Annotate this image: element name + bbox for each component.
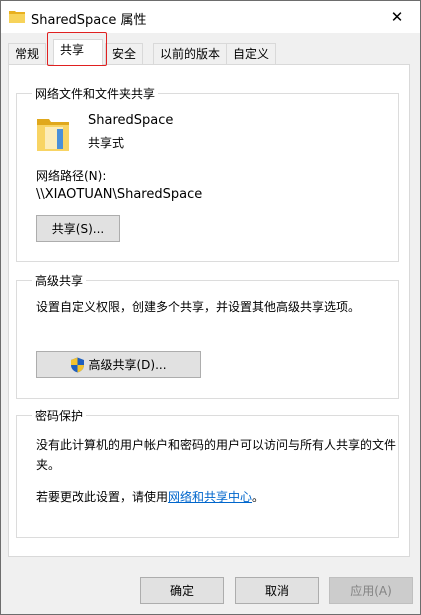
- uac-shield-icon: [71, 357, 85, 372]
- title-bar[interactable]: SharedSpace 属性 ✕: [1, 1, 420, 33]
- folder-name: SharedSpace: [88, 113, 174, 128]
- tab-sharing[interactable]: 共享: [53, 39, 103, 65]
- share-button[interactable]: 共享(S)...: [36, 215, 120, 242]
- tab-security[interactable]: 安全: [105, 43, 144, 64]
- advanced-sharing-title: 高级共享: [32, 272, 87, 289]
- password-protection-group: [16, 415, 399, 538]
- network-sharing-title: 网络文件和文件夹共享: [32, 85, 159, 102]
- tab-customize[interactable]: 自定义: [226, 43, 277, 64]
- share-status: 共享式: [88, 136, 125, 150]
- network-path-label: 网络路径(N):: [36, 169, 107, 183]
- apply-button[interactable]: 应用(A): [329, 577, 413, 604]
- password-description-line1: 没有此计算机的用户帐户和密码的用户可以访问与所有人共享的文件: [36, 438, 397, 452]
- close-icon: ✕: [390, 8, 404, 26]
- ok-button[interactable]: 确定: [140, 577, 224, 604]
- password-description-line2: 夹。: [36, 458, 61, 472]
- tab-general[interactable]: 常规: [8, 43, 47, 64]
- network-path-value[interactable]: \\XIAOTUAN\SharedSpace: [36, 187, 202, 202]
- tab-previous-versions[interactable]: 以前的版本: [153, 43, 228, 64]
- advanced-sharing-description: 设置自定义权限，创建多个共享，并设置其他高级共享选项。: [36, 300, 361, 314]
- properties-window: SharedSpace 属性 ✕ 常规 共享 安全 以前的版本 自定义 网络文件…: [0, 0, 421, 615]
- password-protection-title: 密码保护: [32, 407, 87, 424]
- window-title: SharedSpace 属性: [31, 13, 147, 28]
- change-setting-text: 若要更改此设置，请使用网络和共享中心。: [36, 490, 265, 504]
- network-sharing-center-link[interactable]: 网络和共享中心: [168, 490, 252, 504]
- shared-folder-icon: [37, 119, 69, 151]
- folder-icon: [9, 11, 25, 23]
- close-button[interactable]: ✕: [374, 1, 420, 33]
- advanced-sharing-button[interactable]: 高级共享(D)...: [36, 351, 201, 378]
- cancel-button[interactable]: 取消: [235, 577, 319, 604]
